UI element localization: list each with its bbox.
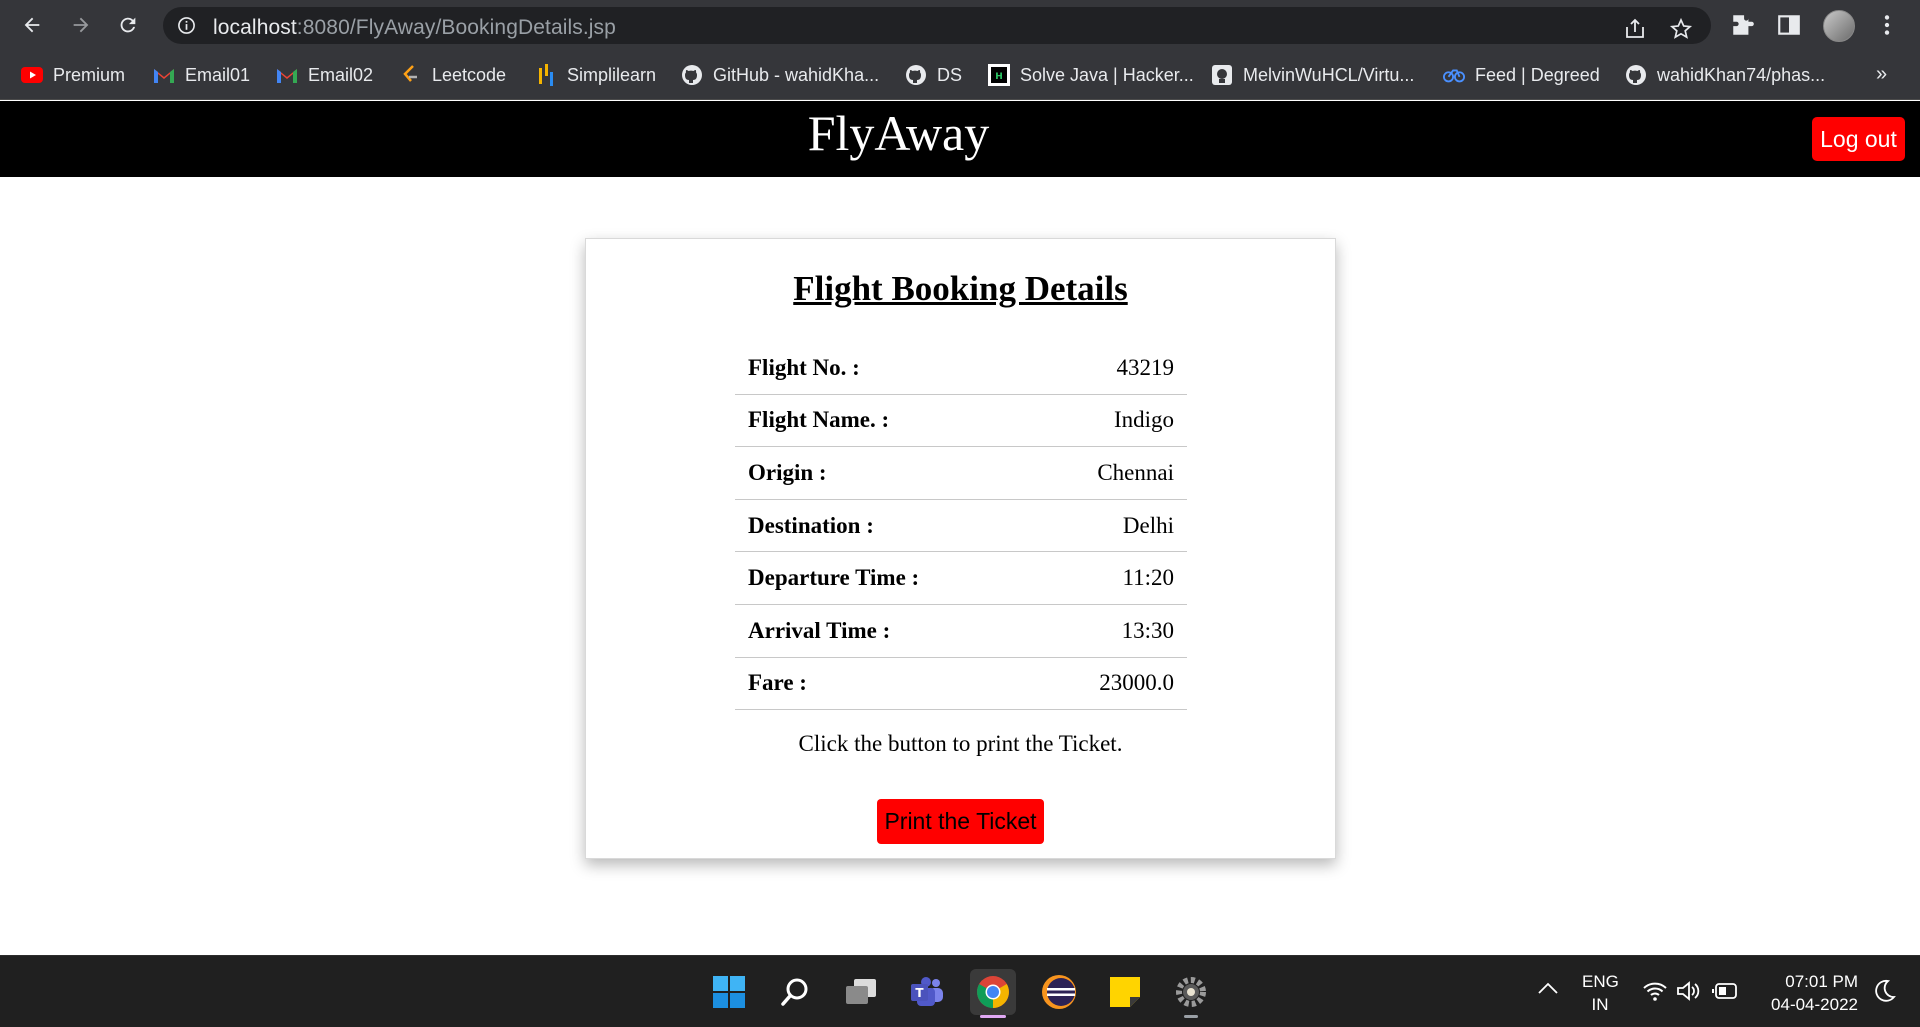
- bookmarks-overflow-button[interactable]: »: [1876, 63, 1887, 86]
- bookmark-ds[interactable]: DS: [905, 63, 962, 87]
- forward-arrow-icon[interactable]: [65, 9, 97, 41]
- svg-text:T: T: [915, 986, 924, 1000]
- bookmarks-bar: Premium Email01 Email02 Leetcode Simplil…: [0, 51, 1920, 100]
- table-row: Origin : Chennai: [735, 447, 1187, 500]
- volume-icon[interactable]: [1676, 980, 1702, 1002]
- eclipse-icon[interactable]: [1036, 969, 1082, 1015]
- print-instruction-text: Click the button to print the Ticket.: [798, 731, 1123, 756]
- repo-icon: [1211, 64, 1233, 86]
- profile-avatar[interactable]: [1823, 10, 1855, 42]
- settings-icon[interactable]: [1168, 969, 1214, 1018]
- table-row: Fare : 23000.0: [735, 658, 1187, 711]
- row-label: Destination :: [748, 512, 874, 538]
- row-value: 23000.0: [1099, 670, 1174, 696]
- youtube-icon: [21, 64, 43, 86]
- github-icon: [1625, 64, 1647, 86]
- logout-button[interactable]: Log out: [1812, 117, 1905, 161]
- table-row: Arrival Time : 13:30: [735, 605, 1187, 658]
- degreed-icon: [1443, 64, 1465, 86]
- task-view-icon[interactable]: [838, 969, 884, 1015]
- row-value: Chennai: [1097, 459, 1174, 485]
- simplilearn-icon: [535, 64, 557, 86]
- side-panel-icon[interactable]: [1776, 12, 1802, 38]
- share-icon[interactable]: [1623, 17, 1647, 41]
- booking-details-table: Flight No. : 43219 Flight Name. : Indigo…: [735, 342, 1187, 711]
- running-app-indicator: [1184, 1015, 1198, 1018]
- bookmark-star-icon[interactable]: [1669, 17, 1693, 41]
- extensions-icon[interactable]: [1730, 12, 1756, 38]
- sticky-notes-icon[interactable]: [1102, 969, 1148, 1015]
- active-app-indicator: [980, 1015, 1006, 1018]
- language-indicator[interactable]: ENG IN: [1582, 970, 1619, 1016]
- row-label: Origin :: [748, 459, 827, 485]
- bookmark-wahidkhan74[interactable]: wahidKhan74/phas...: [1625, 63, 1825, 87]
- hackerrank-icon: H: [988, 64, 1010, 86]
- bookmark-github-wahidkhan[interactable]: GitHub - wahidKha...: [681, 63, 879, 87]
- bookmark-simplilearn[interactable]: Simplilearn: [535, 63, 656, 87]
- bookmark-melvinwuhcl[interactable]: MelvinWuHCL/Virtu...: [1211, 63, 1414, 87]
- row-label: Departure Time :: [748, 565, 920, 591]
- table-row: Departure Time : 11:20: [735, 552, 1187, 605]
- row-label: Flight No. :: [748, 354, 860, 380]
- gmail-icon: [153, 64, 175, 86]
- github-icon: [905, 64, 927, 86]
- github-icon: [681, 64, 703, 86]
- row-value: 11:20: [1122, 565, 1174, 591]
- moon-icon[interactable]: [1874, 979, 1896, 1003]
- row-value: Delhi: [1122, 512, 1174, 538]
- table-row: Flight No. : 43219: [735, 342, 1187, 395]
- wifi-icon[interactable]: [1642, 980, 1668, 1002]
- os-taskbar: T ENG IN 07:01 PM 04-04-2022: [0, 955, 1920, 1027]
- site-title: FlyAway: [807, 105, 990, 161]
- row-value: 43219: [1116, 354, 1175, 380]
- teams-icon[interactable]: T: [904, 969, 950, 1015]
- site-info-icon[interactable]: [177, 16, 196, 35]
- battery-icon[interactable]: [1712, 981, 1740, 1001]
- chrome-icon[interactable]: [970, 969, 1016, 1018]
- windows-start-icon[interactable]: [706, 969, 752, 1015]
- bookmark-degreed[interactable]: Feed | Degreed: [1443, 63, 1600, 87]
- address-bar[interactable]: localhost:8080/FlyAway/BookingDetails.js…: [163, 7, 1711, 44]
- chevron-up-icon[interactable]: [1537, 981, 1559, 995]
- menu-kebab-icon[interactable]: [1874, 12, 1900, 38]
- row-value: Indigo: [1113, 407, 1174, 433]
- table-row: Destination : Delhi: [735, 500, 1187, 553]
- row-label: Flight Name. :: [748, 407, 890, 433]
- row-label: Fare :: [748, 670, 807, 696]
- print-ticket-button[interactable]: Print the Ticket: [877, 799, 1044, 844]
- bookmark-premium[interactable]: Premium: [21, 63, 125, 87]
- page-title: Flight Booking Details: [793, 269, 1128, 308]
- back-arrow-icon[interactable]: [16, 9, 48, 41]
- svg-text:H: H: [995, 72, 1003, 82]
- row-value: 13:30: [1121, 617, 1174, 643]
- clock[interactable]: 07:01 PM 04-04-2022: [1756, 970, 1858, 1016]
- table-row: Flight Name. : Indigo: [735, 395, 1187, 448]
- url-text[interactable]: localhost:8080/FlyAway/BookingDetails.js…: [213, 16, 616, 40]
- bookmark-email01[interactable]: Email01: [153, 63, 250, 87]
- bookmark-hackerrank[interactable]: H Solve Java | Hacker...: [988, 63, 1194, 87]
- bookmark-email02[interactable]: Email02: [276, 63, 373, 87]
- gmail-icon: [276, 64, 298, 86]
- browser-toolbar: localhost:8080/FlyAway/BookingDetails.js…: [0, 0, 1920, 51]
- bookmark-leetcode[interactable]: Leetcode: [400, 63, 506, 87]
- booking-details-card: Flight Booking Details Flight No. : 4321…: [585, 238, 1336, 859]
- reload-icon[interactable]: [112, 9, 144, 41]
- row-label: Arrival Time :: [748, 617, 891, 643]
- search-icon[interactable]: [772, 969, 818, 1015]
- leetcode-icon: [400, 64, 422, 86]
- site-header: FlyAway Log out: [0, 101, 1920, 177]
